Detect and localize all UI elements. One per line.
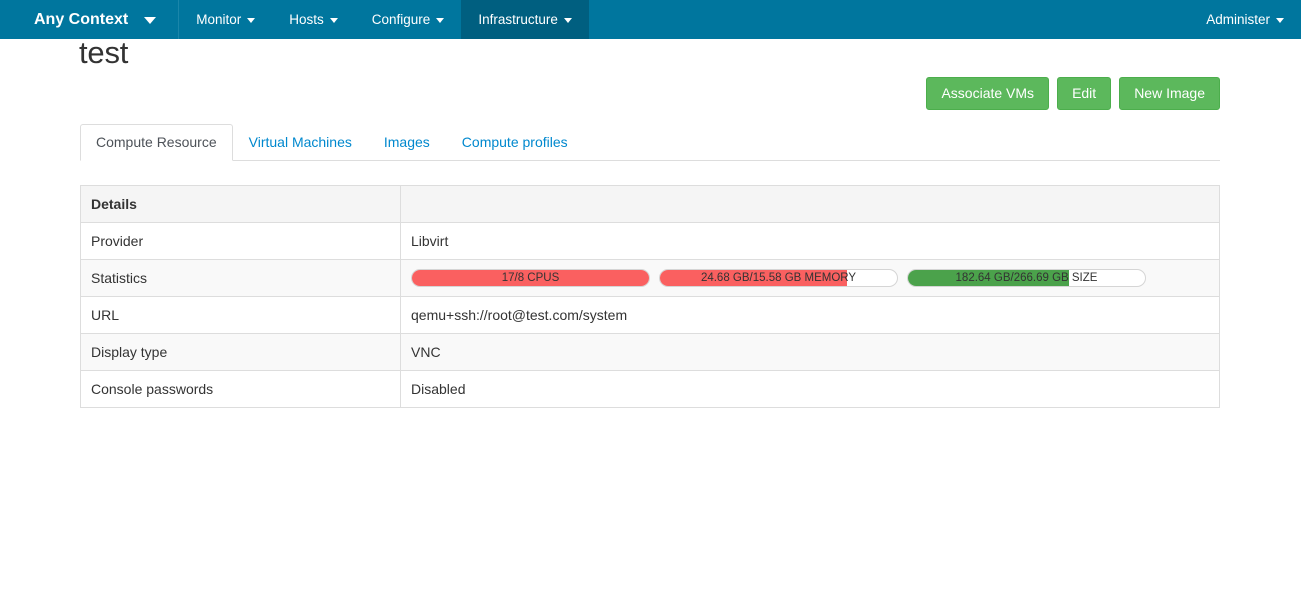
memory-progress-bar: 24.68 GB/15.58 GB MEMORY [659,269,898,287]
table-row: URL qemu+ssh://root@test.com/system [80,296,1220,334]
cpus-progress-bar: 17/8 CPUS [411,269,650,287]
row-value-console-passwords: Disabled [411,381,466,397]
tab-compute-resource[interactable]: Compute Resource [80,124,233,161]
row-value-url: qemu+ssh://root@test.com/system [411,307,628,323]
nav-item-configure[interactable]: Configure [355,0,462,39]
action-button-group: Associate VMs Edit New Image [926,77,1220,110]
row-label-statistics: Statistics [80,259,401,297]
edit-button[interactable]: Edit [1057,77,1112,110]
new-image-button[interactable]: New Image [1119,77,1220,110]
nav-item-infrastructure-label: Infrastructure [478,12,558,27]
row-value-statistics: 17/8 CPUS 24.68 GB/15.58 GB MEMORY 182.6… [400,259,1220,297]
details-header-label: Details [80,185,401,223]
nav-item-hosts[interactable]: Hosts [272,0,355,39]
tab-virtual-machines[interactable]: Virtual Machines [233,124,368,161]
nav-item-monitor[interactable]: Monitor [179,0,272,39]
row-label-provider: Provider [80,222,401,260]
cpus-progress-label: 17/8 CPUS [501,272,560,284]
navbar-left-group: Any Context Monitor Hosts Configure Infr… [0,0,589,39]
associate-vms-button[interactable]: Associate VMs [926,77,1050,110]
row-label-display-type: Display type [80,333,401,371]
table-row: Provider Libvirt [80,222,1220,260]
memory-progress-label: 24.68 GB/15.58 GB MEMORY [700,272,857,284]
details-header-value [400,185,1220,223]
statistics-bars: 17/8 CPUS 24.68 GB/15.58 GB MEMORY 182.6… [411,269,1209,287]
caret-down-icon [563,18,572,23]
details-table: Details Provider Libvirt Statistics 17/8… [80,185,1220,408]
nav-item-monitor-label: Monitor [196,12,242,27]
row-value-provider: Libvirt [411,233,449,249]
navbar-right-group: Administer [1189,0,1301,39]
tab-images[interactable]: Images [368,124,446,161]
tab-compute-profiles[interactable]: Compute profiles [446,124,584,161]
table-row: Display type VNC [80,333,1220,371]
nav-item-configure-label: Configure [371,12,431,27]
page-title: test [79,34,129,70]
context-selector-label: Any Context [34,10,129,28]
size-progress-bar: 182.64 GB/266.69 GB SIZE [907,269,1146,287]
nav-item-hosts-label: Hosts [289,12,324,27]
nav-item-administer[interactable]: Administer [1189,0,1301,39]
table-row: Statistics 17/8 CPUS 24.68 GB/15.58 GB M… [80,259,1220,297]
nav-item-infrastructure[interactable]: Infrastructure [461,0,589,39]
row-label-url: URL [80,296,401,334]
detail-tabs: Compute Resource Virtual Machines Images… [80,124,1220,161]
size-progress-label: 182.64 GB/266.69 GB SIZE [955,272,1098,284]
caret-down-icon [436,18,445,23]
caret-down-icon [1276,18,1284,23]
top-navbar: Any Context Monitor Hosts Configure Infr… [0,0,1301,39]
context-selector[interactable]: Any Context [0,0,180,39]
table-header-row: Details [80,185,1220,223]
nav-item-administer-label: Administer [1206,12,1270,27]
caret-down-icon [329,18,338,23]
row-value-display-type: VNC [400,333,1220,371]
caret-down-icon [247,18,256,23]
table-row: Console passwords Disabled [80,370,1220,408]
row-label-console-passwords: Console passwords [80,370,401,408]
caret-down-icon [144,17,157,24]
